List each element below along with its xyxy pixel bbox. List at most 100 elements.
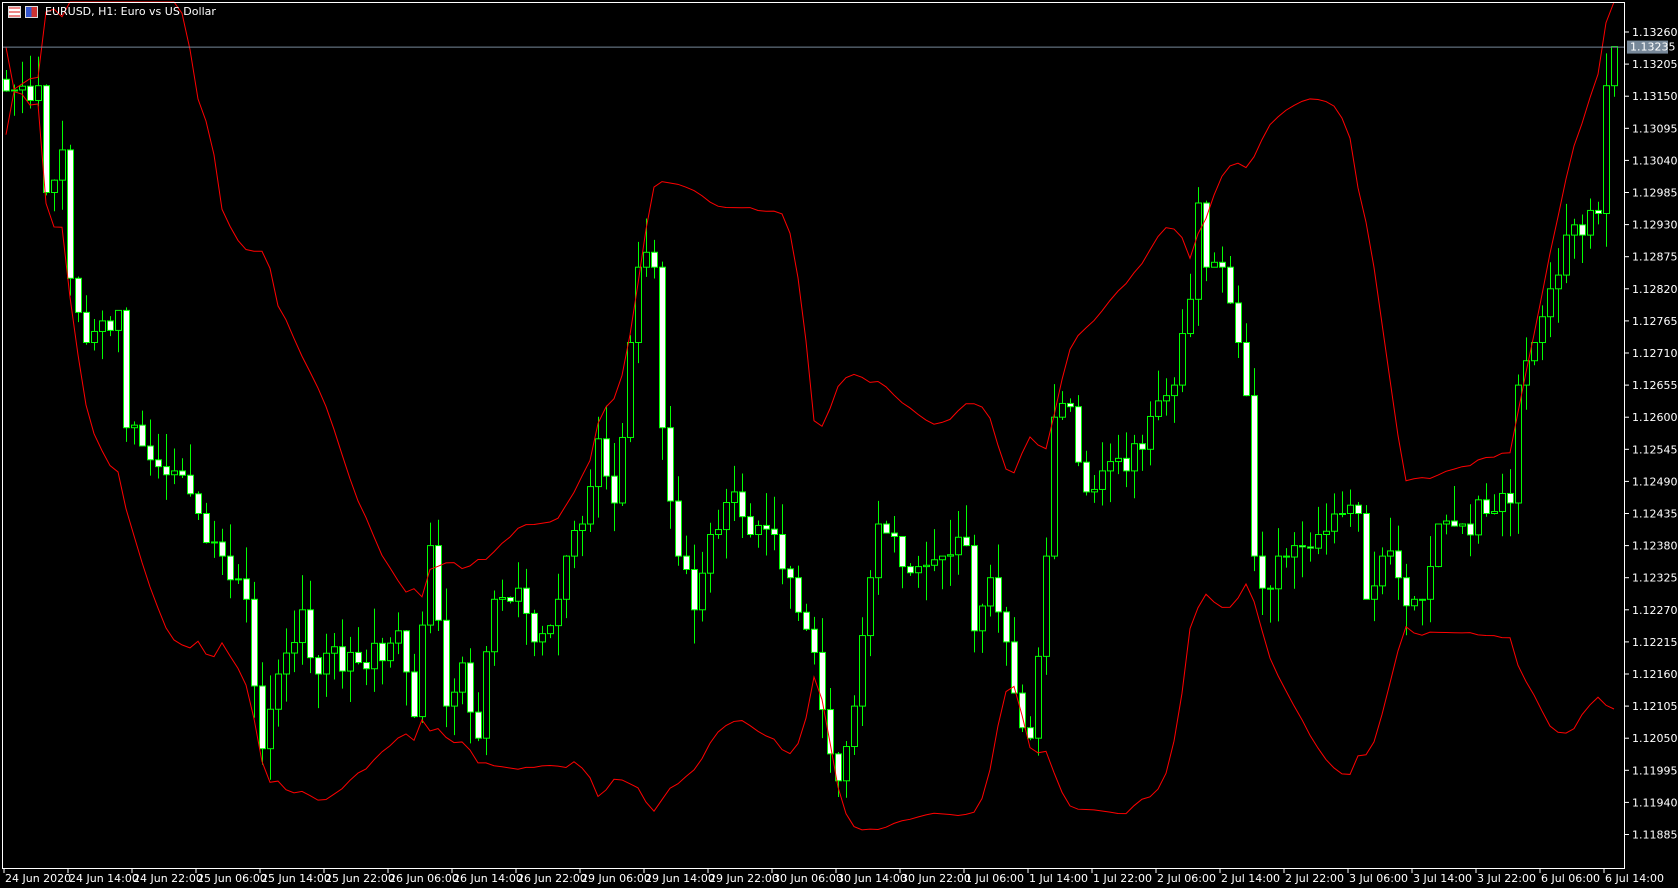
candle[interactable] (707, 522, 714, 593)
candle[interactable] (427, 522, 434, 634)
candle[interactable] (379, 637, 386, 685)
candle[interactable] (947, 519, 954, 586)
candle[interactable] (1379, 547, 1386, 595)
candle[interactable] (651, 239, 658, 279)
candle[interactable] (1427, 536, 1434, 623)
candle[interactable] (539, 625, 546, 656)
candle[interactable] (739, 473, 746, 539)
candle[interactable] (1491, 494, 1498, 515)
candle[interactable] (1115, 434, 1122, 475)
candle[interactable] (371, 608, 378, 692)
candle[interactable] (387, 637, 394, 668)
candle[interactable] (683, 535, 690, 575)
candle[interactable] (1475, 495, 1482, 544)
candle[interactable] (923, 541, 930, 601)
candle[interactable] (843, 741, 850, 798)
candle[interactable] (1371, 551, 1378, 622)
candle[interactable] (211, 520, 218, 558)
candle[interactable] (675, 476, 682, 566)
candle[interactable] (915, 555, 922, 588)
candle[interactable] (59, 120, 66, 210)
candle[interactable] (35, 56, 42, 107)
candle[interactable] (1315, 506, 1322, 555)
candle[interactable] (731, 465, 738, 521)
candle[interactable] (659, 261, 666, 460)
candle[interactable] (699, 551, 706, 622)
candle[interactable] (203, 502, 210, 544)
candle[interactable] (91, 319, 98, 351)
candle[interactable] (443, 588, 450, 728)
candle[interactable] (1163, 378, 1170, 416)
candle[interactable] (1499, 473, 1506, 537)
candle[interactable] (611, 443, 618, 532)
candle[interactable] (1211, 252, 1218, 268)
candle[interactable] (251, 581, 258, 718)
candle[interactable] (979, 603, 986, 653)
candle[interactable] (1419, 598, 1426, 626)
candle[interactable] (491, 590, 498, 666)
candle[interactable] (123, 307, 130, 442)
candle[interactable] (435, 519, 442, 632)
candle[interactable] (1147, 401, 1154, 466)
candle[interactable] (67, 144, 74, 296)
candle[interactable] (259, 662, 266, 765)
candle[interactable] (187, 444, 194, 497)
candle[interactable] (787, 565, 794, 609)
candle[interactable] (1251, 368, 1258, 572)
candle[interactable] (1267, 585, 1274, 623)
candle[interactable] (299, 575, 306, 665)
candle[interactable] (635, 241, 642, 364)
candle[interactable] (267, 675, 274, 780)
candle[interactable] (347, 636, 354, 702)
candle[interactable] (147, 419, 154, 476)
candle[interactable] (1259, 531, 1266, 616)
candle[interactable] (1131, 434, 1138, 499)
candle[interactable] (931, 529, 938, 572)
candle[interactable] (1091, 474, 1098, 503)
candle[interactable] (355, 627, 362, 665)
candle[interactable] (363, 649, 370, 686)
candle[interactable] (107, 316, 114, 337)
candle[interactable] (243, 547, 250, 623)
candle[interactable] (219, 528, 226, 576)
candle[interactable] (579, 515, 586, 557)
candle[interactable] (1083, 450, 1090, 496)
candle[interactable] (339, 619, 346, 689)
candle[interactable] (331, 633, 338, 680)
price-axis[interactable]: 1.13260 1.13205 1.13150 1.13095 1.13040 1.129… (1625, 26, 1678, 842)
candle[interactable] (515, 562, 522, 618)
candle[interactable] (323, 633, 330, 697)
candle[interactable] (227, 524, 234, 599)
candle[interactable] (99, 310, 106, 360)
candle[interactable] (1155, 370, 1162, 421)
candle[interactable] (1547, 262, 1554, 338)
candle[interactable] (995, 544, 1002, 633)
candle[interactable] (1203, 200, 1210, 282)
candle[interactable] (1067, 398, 1074, 412)
candle[interactable] (603, 405, 610, 490)
candle[interactable] (1235, 285, 1242, 359)
candle[interactable] (1075, 395, 1082, 467)
candle[interactable] (1099, 442, 1106, 506)
candle[interactable] (1107, 443, 1114, 503)
candle[interactable] (1467, 504, 1474, 557)
candle[interactable] (1363, 505, 1370, 600)
candle[interactable] (1523, 337, 1530, 410)
candle[interactable] (1443, 514, 1450, 535)
candle[interactable] (179, 458, 186, 478)
candle[interactable] (395, 612, 402, 655)
candle[interactable] (139, 410, 146, 447)
price-chart[interactable]: 1.13260 1.13205 1.13150 1.13095 1.13040 1.129… (0, 0, 1678, 888)
candle[interactable] (1587, 198, 1594, 249)
candle[interactable] (1291, 532, 1298, 589)
candle[interactable] (1611, 46, 1618, 97)
candle[interactable] (1435, 523, 1442, 568)
candle[interactable] (1403, 563, 1410, 636)
candle[interactable] (803, 603, 810, 632)
candle[interactable] (955, 510, 962, 575)
candle[interactable] (971, 534, 978, 653)
candle[interactable] (667, 406, 674, 529)
candle[interactable] (1123, 432, 1130, 488)
candle[interactable] (1603, 53, 1610, 247)
candle[interactable] (763, 493, 770, 556)
